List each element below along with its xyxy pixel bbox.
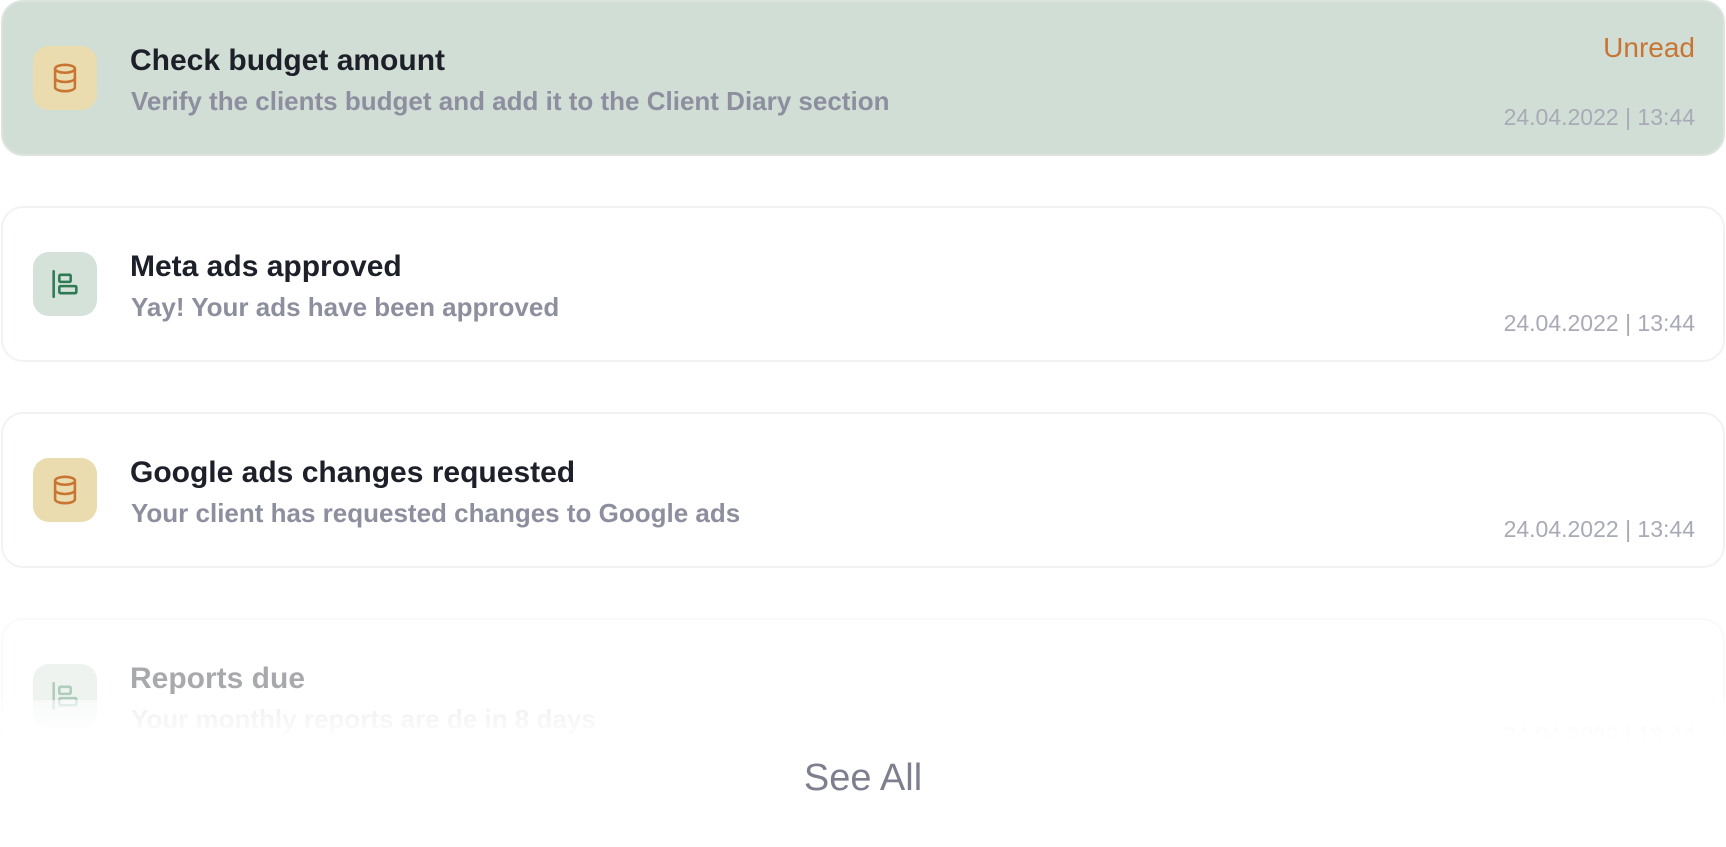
align-left-icon (52, 269, 78, 299)
notification-timestamp: 24.04.2022 | 13:44 (1503, 310, 1695, 336)
notification-title: Meta ads approved (130, 250, 402, 283)
notification-timestamp: 24.04.2022 | 13:44 (1503, 722, 1695, 748)
notification-card[interactable]: Google ads changes requested Your client… (1, 412, 1725, 568)
notification-subtitle: Verify the clients budget and add it to … (131, 86, 890, 116)
notification-title: Google ads changes requested (130, 456, 576, 489)
notification-title: Check budget amount (130, 44, 446, 77)
notification-icon-box (33, 46, 97, 110)
notification-subtitle: Your monthly reports are de in 8 days (131, 704, 596, 734)
notification-card[interactable]: Check budget amount Verify the clients b… (1, 0, 1725, 156)
notification-card[interactable]: Reports due Your monthly reports are de … (1, 618, 1725, 774)
notification-icon-box (33, 664, 97, 728)
notification-subtitle: Your client has requested changes to Goo… (131, 498, 741, 528)
notification-icon-box (33, 458, 97, 522)
notifications-list: Check budget amount Verify the clients b… (0, 0, 1726, 847)
align-left-icon (52, 681, 78, 711)
database-icon (53, 63, 77, 93)
notification-icon-box (33, 252, 97, 316)
notification-card[interactable]: Meta ads approved Yay! Your ads have bee… (1, 206, 1725, 362)
see-all-button[interactable]: See All (0, 757, 1726, 800)
database-icon (53, 475, 77, 505)
notification-timestamp: 24.04.2022 | 13:44 (1503, 104, 1695, 130)
notification-title: Reports due (130, 662, 306, 695)
notification-timestamp: 24.04.2022 | 13:44 (1503, 516, 1695, 542)
unread-status-label: Unread (1603, 32, 1695, 63)
notification-subtitle: Yay! Your ads have been approved (131, 292, 560, 322)
